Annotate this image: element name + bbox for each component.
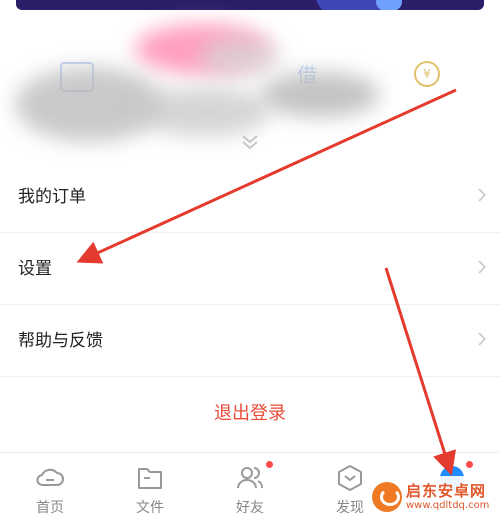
expand-chevron-icon[interactable]	[238, 130, 262, 154]
friends-icon	[237, 467, 263, 489]
notification-badge	[466, 461, 473, 468]
tab-home[interactable]: 首页	[0, 453, 100, 519]
banner-graphic-dot	[376, 0, 402, 10]
chevron-right-icon	[478, 332, 487, 346]
menu-item-settings[interactable]: 设置	[0, 232, 500, 305]
watermark-logo-icon	[372, 482, 402, 512]
tab-label: 好友	[236, 500, 264, 516]
tab-label: 首页	[36, 500, 64, 516]
menu-item-help-feedback[interactable]: 帮助与反馈	[0, 304, 500, 377]
tab-friends[interactable]: 好友	[200, 453, 300, 519]
blur-mask	[260, 72, 380, 117]
top-banner[interactable]	[16, 0, 484, 10]
watermark-url: www.qdltdq.com	[406, 500, 490, 511]
logout-button[interactable]: 退出登录	[0, 378, 500, 450]
blur-mask	[200, 37, 280, 77]
coin-icon[interactable]: ¥	[414, 61, 440, 87]
home-icon	[36, 468, 64, 486]
menu-item-label: 帮助与反馈	[18, 331, 103, 351]
tab-files[interactable]: 文件	[100, 453, 200, 519]
chevron-right-icon	[478, 260, 487, 274]
site-watermark: 启东安卓网 www.qdltdq.com	[368, 476, 496, 518]
menu-item-label: 设置	[18, 259, 52, 279]
watermark-title: 启东安卓网	[406, 482, 487, 500]
menu-item-orders[interactable]: 我的订单	[0, 160, 500, 233]
discover-icon	[338, 465, 362, 491]
folder-icon	[138, 468, 162, 489]
tab-label: 文件	[136, 500, 164, 516]
menu-item-label: 我的订单	[18, 187, 86, 207]
chevron-right-icon	[478, 188, 487, 202]
notification-badge	[266, 461, 273, 468]
